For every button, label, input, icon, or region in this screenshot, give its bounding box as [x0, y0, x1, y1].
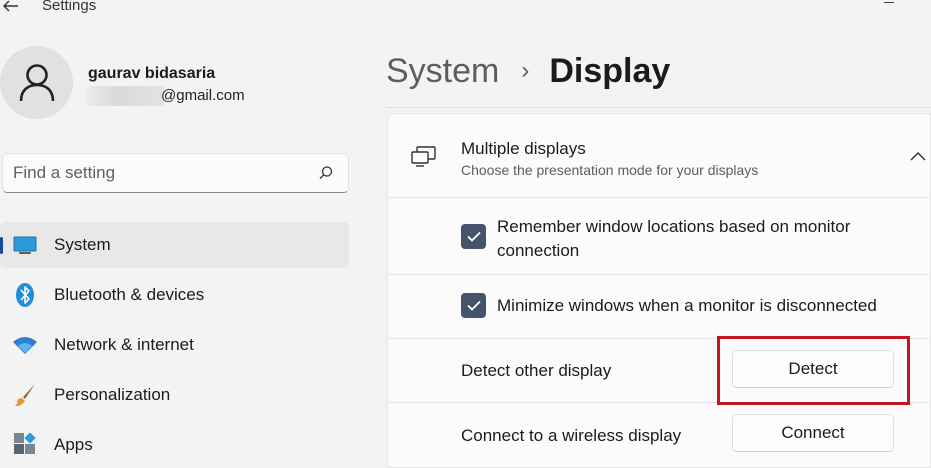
remember-locations-checkbox[interactable]	[461, 224, 486, 249]
email-redaction	[86, 86, 164, 106]
highlight-annotation	[717, 336, 910, 405]
sidebar-item-label: Network & internet	[54, 335, 194, 354]
avatar[interactable]	[0, 46, 73, 119]
minimize-windows-checkbox[interactable]	[461, 293, 486, 318]
connect-button[interactable]: Connect	[732, 414, 894, 452]
sidebar-item-apps[interactable]: Apps	[0, 422, 349, 468]
section-title: Multiple displays	[461, 139, 586, 158]
user-email: @gmail.com	[161, 87, 245, 104]
wireless-display-label: Connect to a wireless display	[461, 426, 682, 445]
checkmark-icon	[466, 231, 481, 242]
breadcrumb-separator: ›	[521, 57, 530, 84]
breadcrumb: System › Display	[386, 48, 670, 94]
app-title: Settings	[42, 0, 97, 14]
back-arrow-icon	[3, 0, 18, 12]
person-icon	[19, 63, 54, 101]
search-box[interactable]	[2, 153, 349, 193]
back-button[interactable]	[0, 0, 22, 16]
label-line: Remember window locations based on monit…	[497, 217, 851, 236]
sidebar-item-system[interactable]: System	[0, 222, 349, 268]
page-title: Display	[549, 51, 671, 90]
remember-locations-label: Remember window locations based on monit…	[497, 215, 850, 263]
sidebar-item-network-internet[interactable]: Network & internet	[0, 322, 349, 368]
wireless-display-row: Connect to a wireless display Connect	[387, 403, 931, 468]
search-icon[interactable]	[318, 165, 334, 181]
section-subtitle: Choose the presentation mode for your di…	[461, 162, 759, 178]
sidebar-item-label: Apps	[54, 435, 93, 454]
wifi-icon	[12, 332, 38, 358]
sidebar-item-personalization[interactable]: Personalization	[0, 372, 349, 418]
sidebar-item-label: Bluetooth & devices	[54, 285, 205, 304]
title-bar: Settings	[0, 0, 931, 18]
brush-icon	[12, 382, 38, 408]
minimize-windows-label: Minimize windows when a monitor is disco…	[497, 296, 877, 315]
sidebar-item-label: Personalization	[54, 385, 171, 404]
label-line: connection	[497, 241, 580, 260]
monitor-icon	[12, 232, 38, 258]
minimize-windows-row: Minimize windows when a monitor is disco…	[387, 275, 931, 339]
apps-icon	[12, 432, 38, 458]
multiple-displays-icon	[411, 146, 436, 167]
divider	[386, 107, 931, 108]
minimize-button[interactable]	[884, 0, 894, 3]
chevron-up-icon[interactable]	[909, 150, 927, 162]
user-name: gaurav bidasaria	[88, 65, 216, 82]
detect-display-label: Detect other display	[461, 361, 612, 380]
multiple-displays-header[interactable]: Multiple displays Choose the presentatio…	[387, 113, 931, 198]
bluetooth-icon	[12, 282, 38, 308]
checkmark-icon	[466, 300, 481, 311]
sidebar-item-bluetooth-devices[interactable]: Bluetooth & devices	[0, 272, 349, 318]
breadcrumb-parent[interactable]: System	[386, 52, 499, 91]
sidebar-item-label: System	[54, 235, 111, 254]
selection-indicator	[0, 237, 3, 254]
remember-locations-row: Remember window locations based on monit…	[387, 198, 931, 275]
search-input[interactable]	[13, 154, 313, 192]
